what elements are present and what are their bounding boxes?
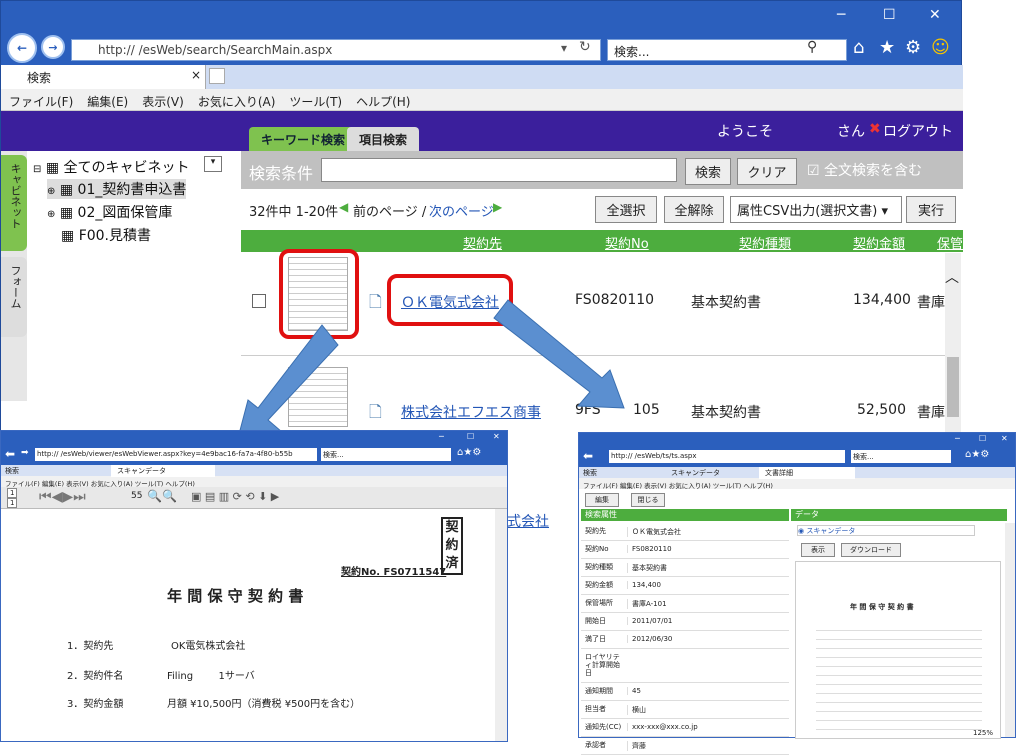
attr-row: 契約No FS0820110	[581, 541, 789, 559]
preview-text-lines	[816, 622, 982, 732]
detail-tab-bar: 検索 スキャンデータ 文書詳細	[579, 467, 1015, 479]
attr-row: 通知期間 45	[581, 683, 789, 701]
viewer-document: 契約済 契約No. FS0711547 年 間 保 守 契 約 書 1．契約先 …	[1, 509, 507, 741]
attr-value: 齊藤	[627, 741, 646, 751]
arrow-to-detail	[493, 299, 625, 409]
tab-search[interactable]: 検索	[5, 466, 19, 476]
page-number-top[interactable]: 1	[7, 488, 18, 498]
attr-key: 担当者	[585, 705, 606, 713]
attr-row: 担当者 横山	[581, 701, 789, 719]
attr-value: 2011/07/01	[627, 617, 672, 625]
viewer-tab-bar: 検索 スキャンデータ	[1, 465, 507, 477]
attr-value: FS0820110	[627, 545, 672, 553]
attr-key: 承認者	[585, 741, 606, 749]
attr-key: 開始日	[585, 617, 606, 625]
viewer-title-bar: ─ ☐ ✕	[1, 431, 507, 445]
page-nav-icons[interactable]: ⏮◀▶⏭	[39, 489, 86, 505]
detail-window: ─ ☐ ✕ ⬅ http:// /esWeb/ts/ts.aspx 検索... …	[578, 432, 1016, 755]
data-section-title: データ	[791, 509, 1007, 521]
detail-search-input[interactable]: 検索...	[851, 450, 951, 463]
maximize-icon[interactable]: ☐	[979, 434, 986, 443]
detail-menu-bar: ファイル(F) 編集(E) 表示(V) お気に入り(A) ツール(T) ヘルプ(…	[579, 478, 1015, 490]
document-preview: 年 間 保 守 契 約 書	[795, 561, 1001, 739]
scan-data-radio[interactable]: ◉ スキャンデータ	[797, 525, 975, 536]
home-icon[interactable]: ⌂★⚙	[457, 447, 481, 458]
attr-table: 契約先 ＯＫ電気式会社契約No FS0820110 契約種類 基本契約書契約金額 134,…	[581, 523, 789, 755]
preview-title: 年 間 保 守 契 約 書	[850, 603, 914, 611]
attr-row: 契約先 ＯＫ電気式会社	[581, 523, 789, 541]
attr-key: 通知期間	[585, 687, 613, 695]
attr-value: 基本契約書	[627, 563, 667, 573]
tab-document-detail[interactable]: 文書詳細	[759, 467, 855, 479]
back-icon[interactable]: ⬅	[5, 447, 15, 461]
viewer-toolbar: 1 1 ⏮◀▶⏭ 55 🔍🔍 ▣ ▤ ▥ ⟳ ⟲ ⬇ ▶	[1, 487, 507, 509]
attr-row: 開始日 2011/07/01	[581, 613, 789, 631]
close-icon[interactable]: ✕	[493, 432, 500, 441]
attr-row: 承認者 齊藤	[581, 737, 789, 755]
attr-row: 契約種類 基本契約書	[581, 559, 789, 577]
doc-item-label: 3．契約金額	[67, 699, 124, 710]
attr-key: 契約金額	[585, 581, 613, 589]
download-button[interactable]: ダウンロード	[841, 543, 901, 557]
detail-body: 編集 閉じる 検索属性 データ 契約先 ＯＫ電気式会社 契約No FS0820110 契…	[579, 489, 1015, 755]
doc-contract-no: 契約No. FS0711547	[341, 567, 447, 578]
edit-button[interactable]: 編集	[585, 493, 619, 507]
home-icon[interactable]: ⌂★⚙	[965, 449, 989, 460]
attr-row: 契約金額 134,400	[581, 577, 789, 595]
minimize-icon[interactable]: ─	[439, 432, 444, 441]
detail-address-bar[interactable]: http:// /esWeb/ts/ts.aspx	[609, 450, 845, 463]
attr-value: ＯＫ電気式会社	[627, 527, 681, 537]
tab-scan-data[interactable]: スキャンデータ	[111, 465, 215, 477]
attr-key: 保管場所	[585, 599, 613, 607]
viewer-scrollbar[interactable]	[495, 509, 507, 741]
attr-value: xxx-xxx@xxx.co.jp	[627, 723, 698, 731]
attr-key: 契約先	[585, 527, 606, 535]
close-icon[interactable]: ✕	[1001, 434, 1008, 443]
attr-key: 通知先(CC)	[585, 723, 622, 731]
zoom-level[interactable]: 55	[131, 491, 142, 501]
attr-row: 通知先(CC) xxx-xxx@xxx.co.jp	[581, 719, 789, 737]
viewer-window: ─ ☐ ✕ ⬅ ➡ http:// /esWeb/viewer/esWebVie…	[0, 430, 508, 742]
attr-key: ロイヤリティ計算開始日	[585, 653, 620, 677]
doc-item-label: 1．契約先	[67, 641, 114, 652]
minimize-icon[interactable]: ─	[955, 434, 960, 443]
detail-scrollbar[interactable]	[1005, 523, 1015, 737]
doc-item-value: OK電気株式会社	[171, 641, 246, 652]
attr-value: 横山	[627, 705, 646, 715]
doc-item-value: Filing 1サーバ	[167, 671, 255, 682]
show-button[interactable]: 表示	[801, 543, 835, 557]
attr-key: 契約No	[585, 545, 609, 553]
detail-title-bar: ─ ☐ ✕	[579, 433, 1015, 447]
zoom-icons[interactable]: 🔍🔍	[147, 489, 177, 503]
forward-icon[interactable]: ➡	[21, 448, 29, 458]
viewer-nav-bar: ⬅ ➡ http:// /esWeb/viewer/esWebViewer.as…	[1, 445, 507, 465]
tab-search[interactable]: 検索	[583, 468, 597, 478]
page-number-bottom[interactable]: 1	[7, 498, 18, 508]
viewer-menu-bar: ファイル(F) 編集(E) 表示(V) お気に入り(A) ツール(T) ヘルプ(…	[1, 476, 507, 488]
arrow-to-viewer	[237, 324, 339, 439]
view-tool-icons[interactable]: ▣ ▤ ▥ ⟳ ⟲ ⬇ ▶	[191, 490, 279, 503]
attr-value: 書庫A-101	[627, 599, 667, 609]
attr-value: 2012/06/30	[627, 635, 672, 643]
attr-value: 134,400	[627, 581, 661, 589]
attr-row: 保管場所 書庫A-101	[581, 595, 789, 613]
attr-value: 45	[627, 687, 641, 695]
attr-row: 満了日 2012/06/30	[581, 631, 789, 649]
tab-scan-data[interactable]: スキャンデータ	[671, 468, 720, 478]
doc-item-label: 2．契約件名	[67, 671, 124, 682]
attr-row: ロイヤリティ計算開始日	[581, 649, 789, 683]
doc-item-value: 月額 ¥10,500円（消費税 ¥500円を含む）	[167, 699, 361, 710]
detail-nav-bar: ⬅ http:// /esWeb/ts/ts.aspx 検索... ⌂★⚙	[579, 447, 1015, 467]
viewer-address-bar[interactable]: http:// /esWeb/viewer/esWebViewer.aspx?k…	[35, 448, 317, 461]
doc-title: 年 間 保 守 契 約 書	[167, 587, 304, 605]
attr-section-title: 検索属性	[581, 509, 789, 521]
back-icon[interactable]: ⬅	[583, 449, 593, 463]
attr-key: 契約種類	[585, 563, 613, 571]
attr-key: 満了日	[585, 635, 606, 643]
maximize-icon[interactable]: ☐	[467, 432, 474, 441]
viewer-search-input[interactable]: 検索...	[321, 448, 451, 461]
close-button[interactable]: 閉じる	[631, 493, 665, 507]
zoom-status[interactable]: 125%	[973, 729, 993, 737]
